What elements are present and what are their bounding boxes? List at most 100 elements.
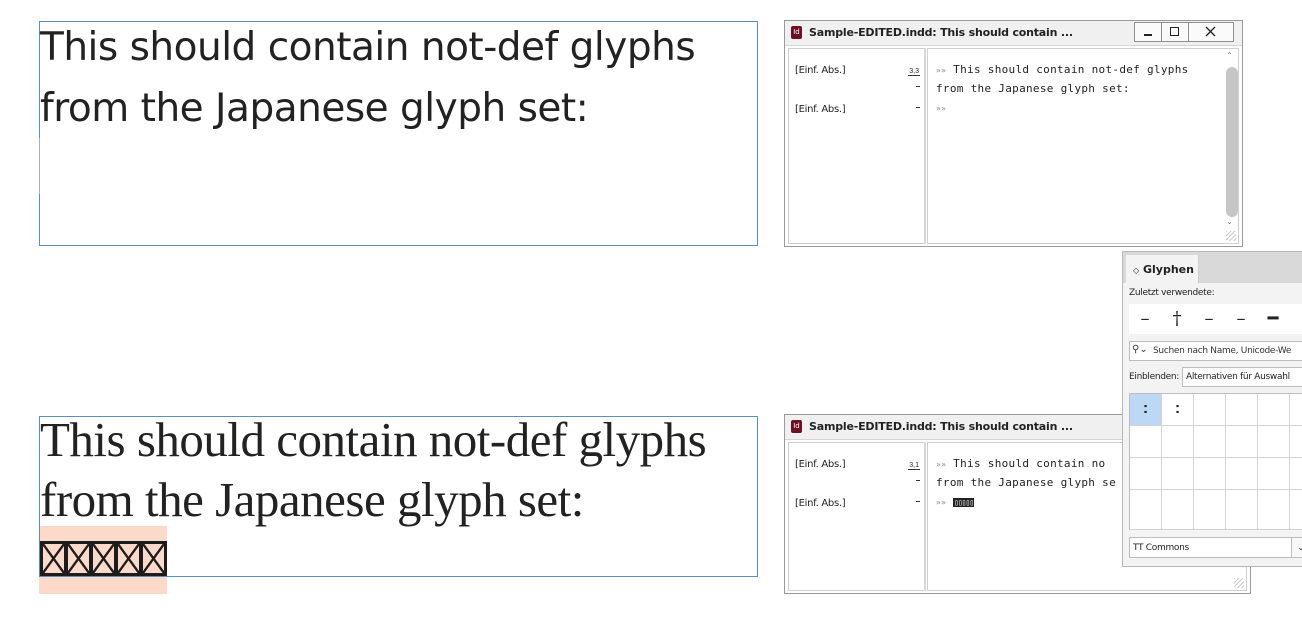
show-label: Einblenden: [1129,372,1180,382]
paragraph-style-column: [Einf. Abs.] 3,3 [Einf. Abs.] [788,48,926,244]
recent-glyph[interactable]: ━ [1257,304,1289,334]
glyph-cell[interactable] [1162,490,1194,530]
paragraph-marker: »» [936,104,947,113]
indesign-app-icon: Id [791,26,802,39]
glyph-cell[interactable] [1258,426,1290,458]
glyph-cell[interactable] [1290,458,1302,490]
scroll-thumb[interactable] [1226,67,1238,217]
search-icon[interactable]: ⚲⌄ [1132,344,1148,355]
font-dropdown-value: TT Commons [1133,543,1189,553]
scroll-up-icon[interactable]: ⌃ [1226,51,1233,60]
close-icon [1205,26,1216,37]
glyph-cell[interactable] [1290,490,1302,530]
top-frame-line-2: from the Japanese glyph set: [40,86,589,131]
paragraph-marker: »» [936,460,947,469]
recent-glyph[interactable]: – [1129,304,1161,334]
glyph-cell[interactable] [1226,394,1258,426]
paragraph-marker: »» [936,66,947,75]
window-controls [1134,22,1234,42]
para-style-tag-2: [Einf. Abs.] [795,104,846,115]
notdef-boxes-inline: ▯▯▯▯▯ [953,498,974,507]
glyph-cell[interactable] [1290,426,1302,458]
top-frame-line-1: This should contain not-def glyphs [40,25,696,70]
glyph-cell[interactable] [1130,490,1162,530]
recent-glyph[interactable]: › [1289,304,1302,334]
window-title: Sample-EDITED.indd: This should contain … [809,26,1073,39]
glyph-cell[interactable] [1258,394,1290,426]
font-dropdown[interactable]: TT Commons [1129,537,1299,558]
resize-grip-icon[interactable] [1226,231,1236,241]
glyph-cell[interactable] [1130,426,1162,458]
glyph-cell[interactable] [1162,426,1194,458]
paragraph-style-column: [Einf. Abs.] 3,1 [Einf. Abs.] [788,442,926,591]
close-button[interactable] [1189,23,1233,41]
depth-mark [916,480,920,481]
tab-label: ◇ Glyphen [1133,263,1194,276]
maximize-icon [1170,27,1179,36]
scroll-down-icon[interactable]: ⌄ [1226,217,1233,226]
glyph-cell[interactable] [1162,458,1194,490]
tab-glyphen-text: Glyphen [1143,263,1194,276]
glyph-cell[interactable] [1226,426,1258,458]
bottom-frame-line-1: This should contain not-def glyphs [40,412,707,467]
story-line-2: from the Japanese glyph se [936,476,1116,489]
recent-label: Zuletzt verwendete: [1129,288,1215,298]
depth-ruler-value: 3,1 [908,462,920,470]
depth-mark [916,107,920,108]
recent-glyphs: – † – – ━ › [1129,304,1302,334]
recent-glyph[interactable]: – [1193,304,1225,334]
para-style-tag-1: [Einf. Abs.] [795,459,846,470]
glyph-cell[interactable] [1194,394,1226,426]
minimize-button[interactable] [1135,23,1162,41]
story-line-1-text: This should contain no [953,457,1106,470]
title-bar[interactable]: Id Sample-EDITED.indd: This should conta… [785,21,1242,46]
depth-mark [916,501,920,502]
vertical-scrollbar[interactable]: ⌃ ⌄ [1223,51,1238,227]
notdef-glyph-box [40,541,67,576]
maximize-button[interactable] [1162,23,1189,41]
glyph-search-field[interactable]: ⚲⌄ Suchen nach Name, Unicode-We [1129,341,1302,361]
minimize-icon [1144,34,1152,36]
chevron-down-icon[interactable]: ⌄ [1291,537,1302,558]
para-style-tag-2: [Einf. Abs.] [795,498,846,509]
show-dropdown[interactable]: Alternativen für Auswahl [1182,367,1302,387]
glyph-cell[interactable] [1194,458,1226,490]
glyph-cell[interactable]: : [1162,394,1194,426]
glyph-cell[interactable] [1194,490,1226,530]
collapse-arrows-icon: ◇ [1133,266,1140,275]
glyph-cell-selected[interactable]: : [1130,394,1162,426]
story-text-area[interactable]: »» This should contain not-def glyphs fr… [927,48,1239,244]
recent-glyph[interactable]: † [1161,304,1193,334]
glyph-cell[interactable] [1290,394,1302,426]
depth-mark [916,86,920,87]
recent-glyph[interactable]: – [1225,304,1257,334]
search-placeholder: Suchen nach Name, Unicode-We [1153,346,1292,356]
notdef-glyph-box [115,541,142,576]
glyph-grid[interactable]: : : [1129,393,1302,530]
para-style-tag-1: [Einf. Abs.] [795,65,846,76]
story-line-1: »» This should contain not-def glyphs [936,63,1189,76]
window-title: Sample-EDITED.indd: This should contain … [809,420,1073,433]
paragraph-marker: »» [936,498,947,507]
glyph-cell[interactable] [1226,458,1258,490]
story-line-3: »» [936,101,946,114]
indesign-app-icon: Id [791,420,802,433]
glyph-cell[interactable] [1194,426,1226,458]
notdef-glyph-box [140,541,167,576]
story-line-3: »» ▯▯▯▯▯ [936,495,974,508]
story-editor-window-top[interactable]: Id Sample-EDITED.indd: This should conta… [784,20,1243,247]
notdef-glyph-box [65,541,92,576]
glyph-cell[interactable] [1226,490,1258,530]
bottom-frame-line-2: from the Japanese glyph set: [40,472,584,527]
text-cursor [39,138,40,194]
glyph-cell[interactable] [1258,458,1290,490]
depth-ruler-value: 3,3 [908,68,920,76]
glyphs-panel[interactable]: ◇ Glyphen Zuletzt verwendete: – † – – ━ … [1122,251,1302,567]
glyph-cell[interactable] [1258,490,1290,530]
notdef-glyph-box [90,541,117,576]
story-line-1-text: This should contain not-def glyphs [953,63,1189,76]
tab-glyphen[interactable]: ◇ Glyphen [1126,255,1199,283]
show-dropdown-value: Alternativen für Auswahl [1186,372,1290,382]
glyph-cell[interactable] [1130,458,1162,490]
resize-grip-icon[interactable] [1234,578,1244,588]
